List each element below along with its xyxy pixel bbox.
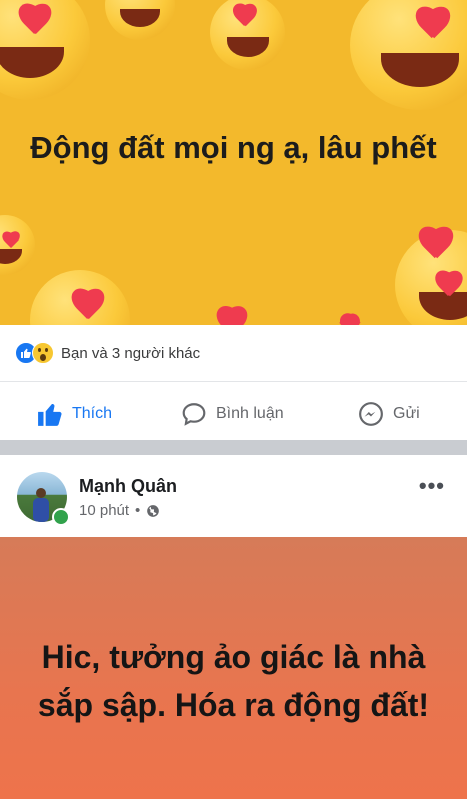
feed-divider xyxy=(0,440,467,455)
post-time[interactable]: 10 phút xyxy=(79,502,129,519)
post-header: Mạnh Quân 10 phút • ••• xyxy=(0,455,467,537)
comment-label: Bình luận xyxy=(216,405,284,422)
author-name[interactable]: Mạnh Quân xyxy=(79,476,177,497)
post-meta: 10 phút • xyxy=(79,502,160,519)
comment-icon xyxy=(182,403,206,426)
wow-icon xyxy=(32,342,54,364)
post-text: Hic, tưởng ảo giác là nhà sắp sập. Hóa r… xyxy=(37,639,430,723)
messenger-icon xyxy=(359,402,383,426)
online-status-indicator xyxy=(52,508,70,526)
post-background-card: Hic, tưởng ảo giác là nhà sắp sập. Hóa r… xyxy=(0,537,467,799)
globe-icon xyxy=(147,504,160,517)
comment-button[interactable]: Bình luận xyxy=(181,401,284,427)
post-actions: Thích Bình luận Gửi xyxy=(0,382,467,440)
love-emoji-decoration xyxy=(105,0,175,40)
send-button[interactable]: Gửi xyxy=(358,401,420,427)
heart-decoration xyxy=(15,5,55,41)
reactions-text[interactable]: Bạn và 3 người khác xyxy=(61,345,200,362)
meta-separator: • xyxy=(135,502,141,519)
thumbs-up-icon xyxy=(38,404,62,426)
heart-decoration xyxy=(415,228,457,266)
like-label: Thích xyxy=(72,405,113,422)
more-options-button[interactable]: ••• xyxy=(419,473,445,499)
heart-decoration xyxy=(212,308,252,325)
heart-decoration xyxy=(432,272,466,302)
heart-decoration xyxy=(335,316,365,325)
post-text: Động đất mọi ng ạ, lâu phết xyxy=(30,130,437,165)
send-label: Gửi xyxy=(393,405,420,422)
heart-decoration xyxy=(230,5,260,31)
heart-decoration xyxy=(412,8,454,46)
post-background-card: Động đất mọi ng ạ, lâu phết xyxy=(0,0,467,325)
reactions-summary[interactable]: Bạn và 3 người khác xyxy=(0,325,467,382)
heart-decoration xyxy=(68,290,108,325)
like-button[interactable]: Thích xyxy=(37,401,112,427)
heart-decoration xyxy=(0,232,22,252)
